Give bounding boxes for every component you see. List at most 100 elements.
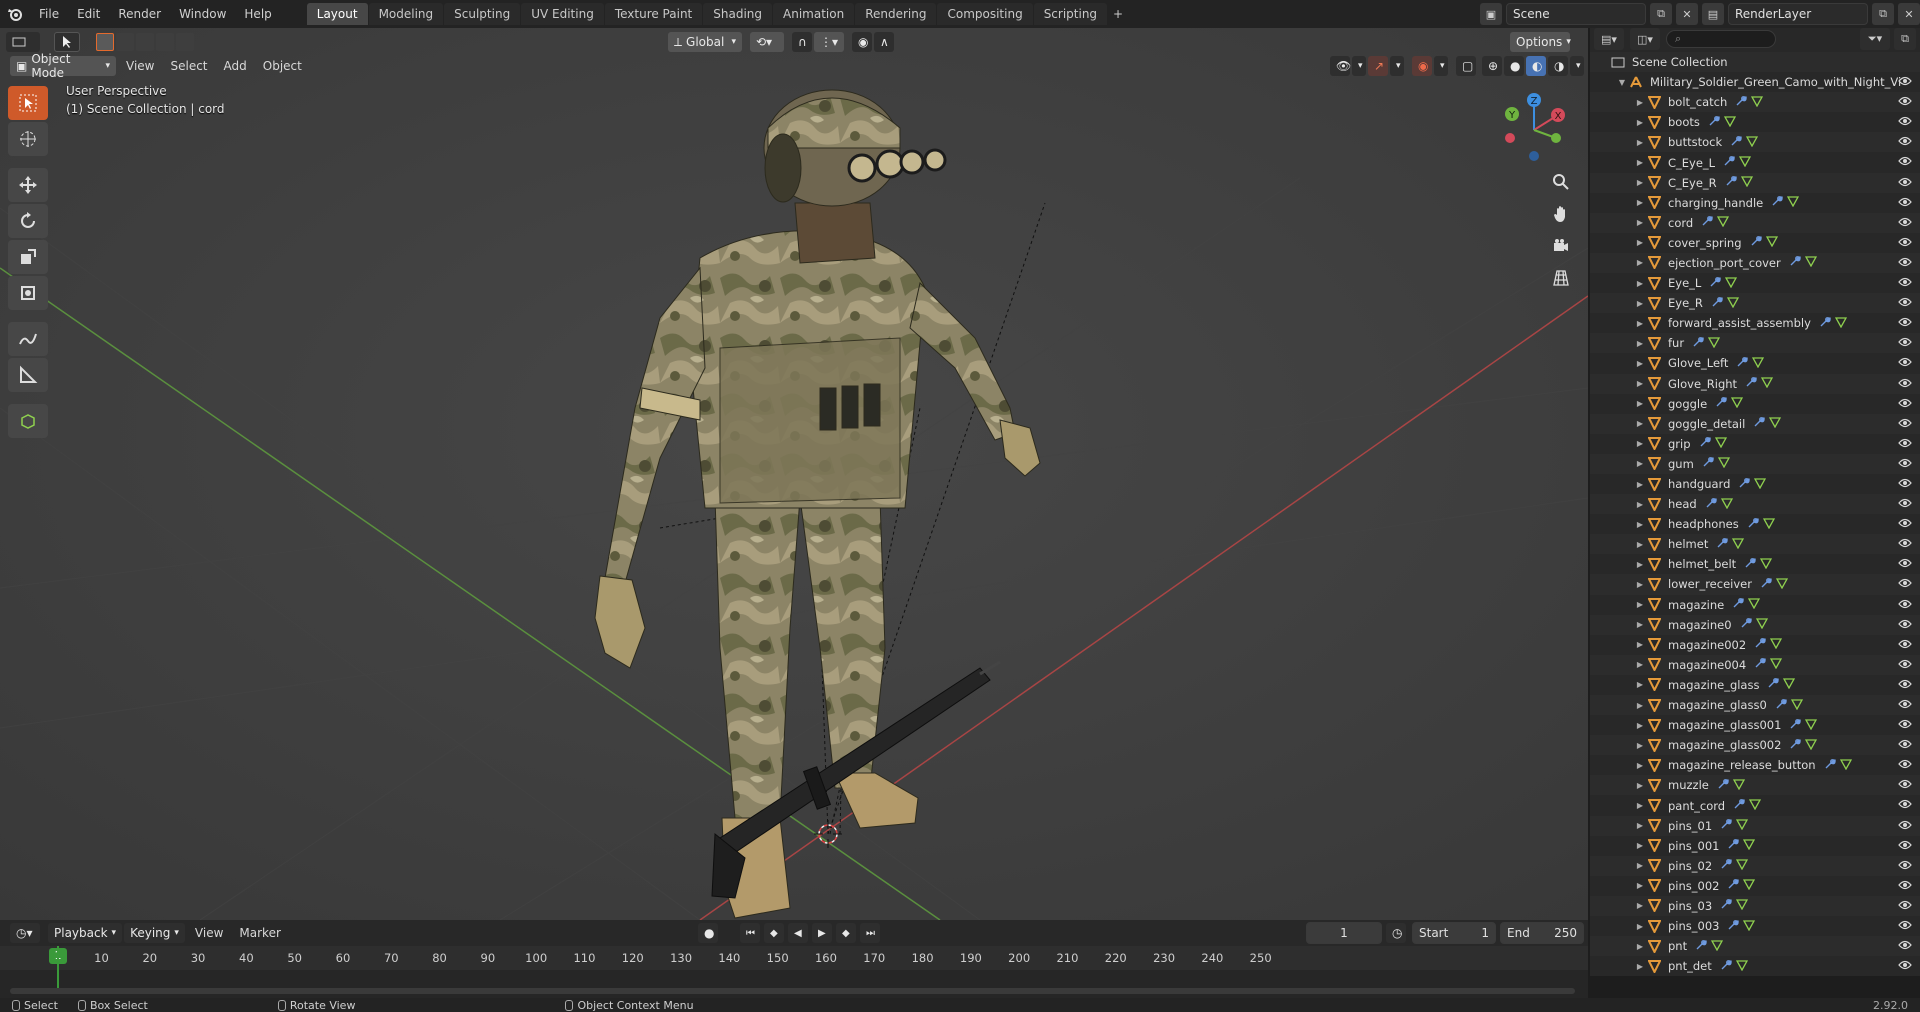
expand-closed-icon[interactable]: ▶ [1634,962,1646,971]
expand-closed-icon[interactable]: ▶ [1634,439,1646,448]
outliner-item-forward-assist-assembly[interactable]: ▶ forward_assist_assembly [1590,313,1920,333]
outliner-item-head[interactable]: ▶ head [1590,494,1920,515]
wrench-icon[interactable] [1775,698,1787,713]
editor-type-button[interactable]: ▤▾ [1594,28,1624,50]
visibility-eye-icon[interactable] [1898,577,1912,591]
expand-closed-icon[interactable]: ▶ [1634,861,1646,870]
menu-file[interactable]: File [30,3,68,25]
mesh-data-icon[interactable] [1743,838,1756,853]
tab-modeling[interactable]: Modeling [368,3,444,25]
expand-closed-icon[interactable]: ▶ [1634,118,1646,127]
wrench-icon[interactable] [1720,818,1732,833]
wrench-icon[interactable] [1723,155,1735,170]
outliner-item-glove-right[interactable]: ▶ Glove_Right [1590,373,1920,394]
select-invert-icon[interactable] [156,33,174,51]
scene-name-field[interactable]: Scene [1506,3,1646,25]
outliner-item-pnt-det[interactable]: ▶ pnt_det [1590,956,1920,976]
visibility-eye-icon[interactable] [1898,95,1912,109]
visibility-eye-icon[interactable] [1898,216,1912,230]
mesh-data-icon[interactable] [1732,537,1745,552]
expand-closed-icon[interactable]: ▶ [1634,922,1646,931]
visibility-eye-icon[interactable] [1898,537,1912,551]
select-new-icon[interactable] [96,33,114,51]
visibility-eye-icon[interactable] [1898,236,1912,250]
visibility-eye-icon[interactable] [1898,718,1912,732]
mesh-data-icon[interactable] [1754,477,1767,492]
new-scene-button[interactable]: ⧉ [1650,3,1672,25]
outliner-item-magazine-release-button[interactable]: ▶ magazine_release_button [1590,755,1920,775]
expand-closed-icon[interactable]: ▶ [1634,459,1646,468]
outliner-item-pins-001[interactable]: ▶ pins_001 [1590,836,1920,856]
play-reverse-icon[interactable]: ◀ [788,923,808,943]
expand-closed-icon[interactable]: ▶ [1634,741,1646,750]
material-shading-icon[interactable]: ◐ [1526,56,1546,76]
select-intersect-icon[interactable] [176,33,194,51]
viewport-menu-view[interactable]: View [118,59,162,73]
expand-closed-icon[interactable]: ▶ [1634,660,1646,669]
expand-closed-icon[interactable]: ▶ [1634,98,1646,107]
visibility-eye-icon[interactable] [1898,517,1912,531]
wrench-icon[interactable] [1819,316,1831,331]
wrench-icon[interactable] [1732,597,1744,612]
expand-closed-icon[interactable]: ▶ [1634,258,1646,267]
select-extend-icon[interactable] [116,33,134,51]
wrench-icon[interactable] [1753,416,1765,431]
new-layer-button[interactable]: ⧉ [1872,3,1894,25]
visibility-eye-icon[interactable] [1898,899,1912,913]
expand-closed-icon[interactable]: ▶ [1634,520,1646,529]
viewport-menu-select[interactable]: Select [162,59,215,73]
mesh-data-icon[interactable] [1711,939,1724,954]
outliner-search-input[interactable]: ⌕ [1666,30,1776,48]
snap-mode-dropdown[interactable]: ⋮▾ [814,32,844,52]
expand-closed-icon[interactable]: ▶ [1634,218,1646,227]
expand-closed-icon[interactable]: ▶ [1634,701,1646,710]
select-subtract-icon[interactable] [136,33,154,51]
mode-dropdown[interactable]: ▣ Object Mode ▾ [10,52,116,80]
expand-closed-icon[interactable]: ▶ [1634,560,1646,569]
mesh-data-icon[interactable] [1770,637,1783,652]
outliner-item-c-eye-r[interactable]: ▶ C_Eye_R [1590,172,1920,193]
visibility-eye-icon[interactable] [1898,115,1912,129]
scale-tool[interactable] [8,240,48,274]
tab-animation[interactable]: Animation [773,3,855,25]
scene-browse-button[interactable]: ▣ [1480,3,1502,25]
expand-closed-icon[interactable]: ▶ [1634,781,1646,790]
wrench-icon[interactable] [1727,838,1740,853]
overlays-icon[interactable]: ◉ [1412,56,1432,76]
wrench-icon[interactable] [1730,135,1742,150]
outliner-item-pins-002[interactable]: ▶ pins_002 [1590,876,1920,896]
preview-range-icon[interactable]: ◷ [1386,923,1406,943]
wrench-icon[interactable] [1727,919,1740,934]
visibility-eye-icon[interactable] [1898,356,1912,370]
orientation-dropdown[interactable]: ⟂ Global ▾ [668,32,742,52]
display-mode-button[interactable]: ◫▾ [1630,28,1660,50]
mesh-data-icon[interactable] [1743,878,1756,893]
menu-render[interactable]: Render [109,3,170,25]
blender-logo-icon[interactable] [0,6,30,22]
add-cube-tool[interactable] [8,404,48,438]
visibility-eye-icon[interactable] [1898,678,1912,692]
outliner-item-bolt-catch[interactable]: ▶ bolt_catch [1590,92,1920,113]
outliner-item-magazine-glass002[interactable]: ▶ magazine_glass002 [1590,735,1920,756]
mesh-data-icon[interactable] [1736,818,1749,833]
collection-row[interactable]: ▼ Military_Soldier_Green_Camo_with_Night_… [1590,72,1920,92]
mesh-data-icon[interactable] [1746,135,1759,150]
select-box-tool[interactable] [8,86,48,120]
wrench-icon[interactable] [1702,456,1714,471]
outliner-item-magazine004[interactable]: ▶ magazine004 [1590,654,1920,675]
outliner-item-cord[interactable]: ▶ cord [1590,212,1920,233]
menu-window[interactable]: Window [170,3,235,25]
wrench-icon[interactable] [1720,898,1732,913]
snap-toggle-icon[interactable]: ∩ [792,32,812,52]
outliner-item-magazine002[interactable]: ▶ magazine002 [1590,635,1920,655]
visibility-eye-icon[interactable] [1898,859,1912,873]
visibility-eye-icon[interactable] [1898,397,1912,411]
expand-closed-icon[interactable]: ▶ [1634,600,1646,609]
wrench-icon[interactable] [1727,878,1740,893]
mesh-data-icon[interactable] [1731,396,1744,411]
zoom-icon[interactable] [1546,168,1576,196]
mesh-data-icon[interactable] [1760,557,1773,572]
start-frame-field[interactable]: Start 1 [1412,922,1496,944]
visibility-eye-icon[interactable] [1898,598,1912,612]
visibility-eye-icon[interactable] [1898,758,1912,772]
